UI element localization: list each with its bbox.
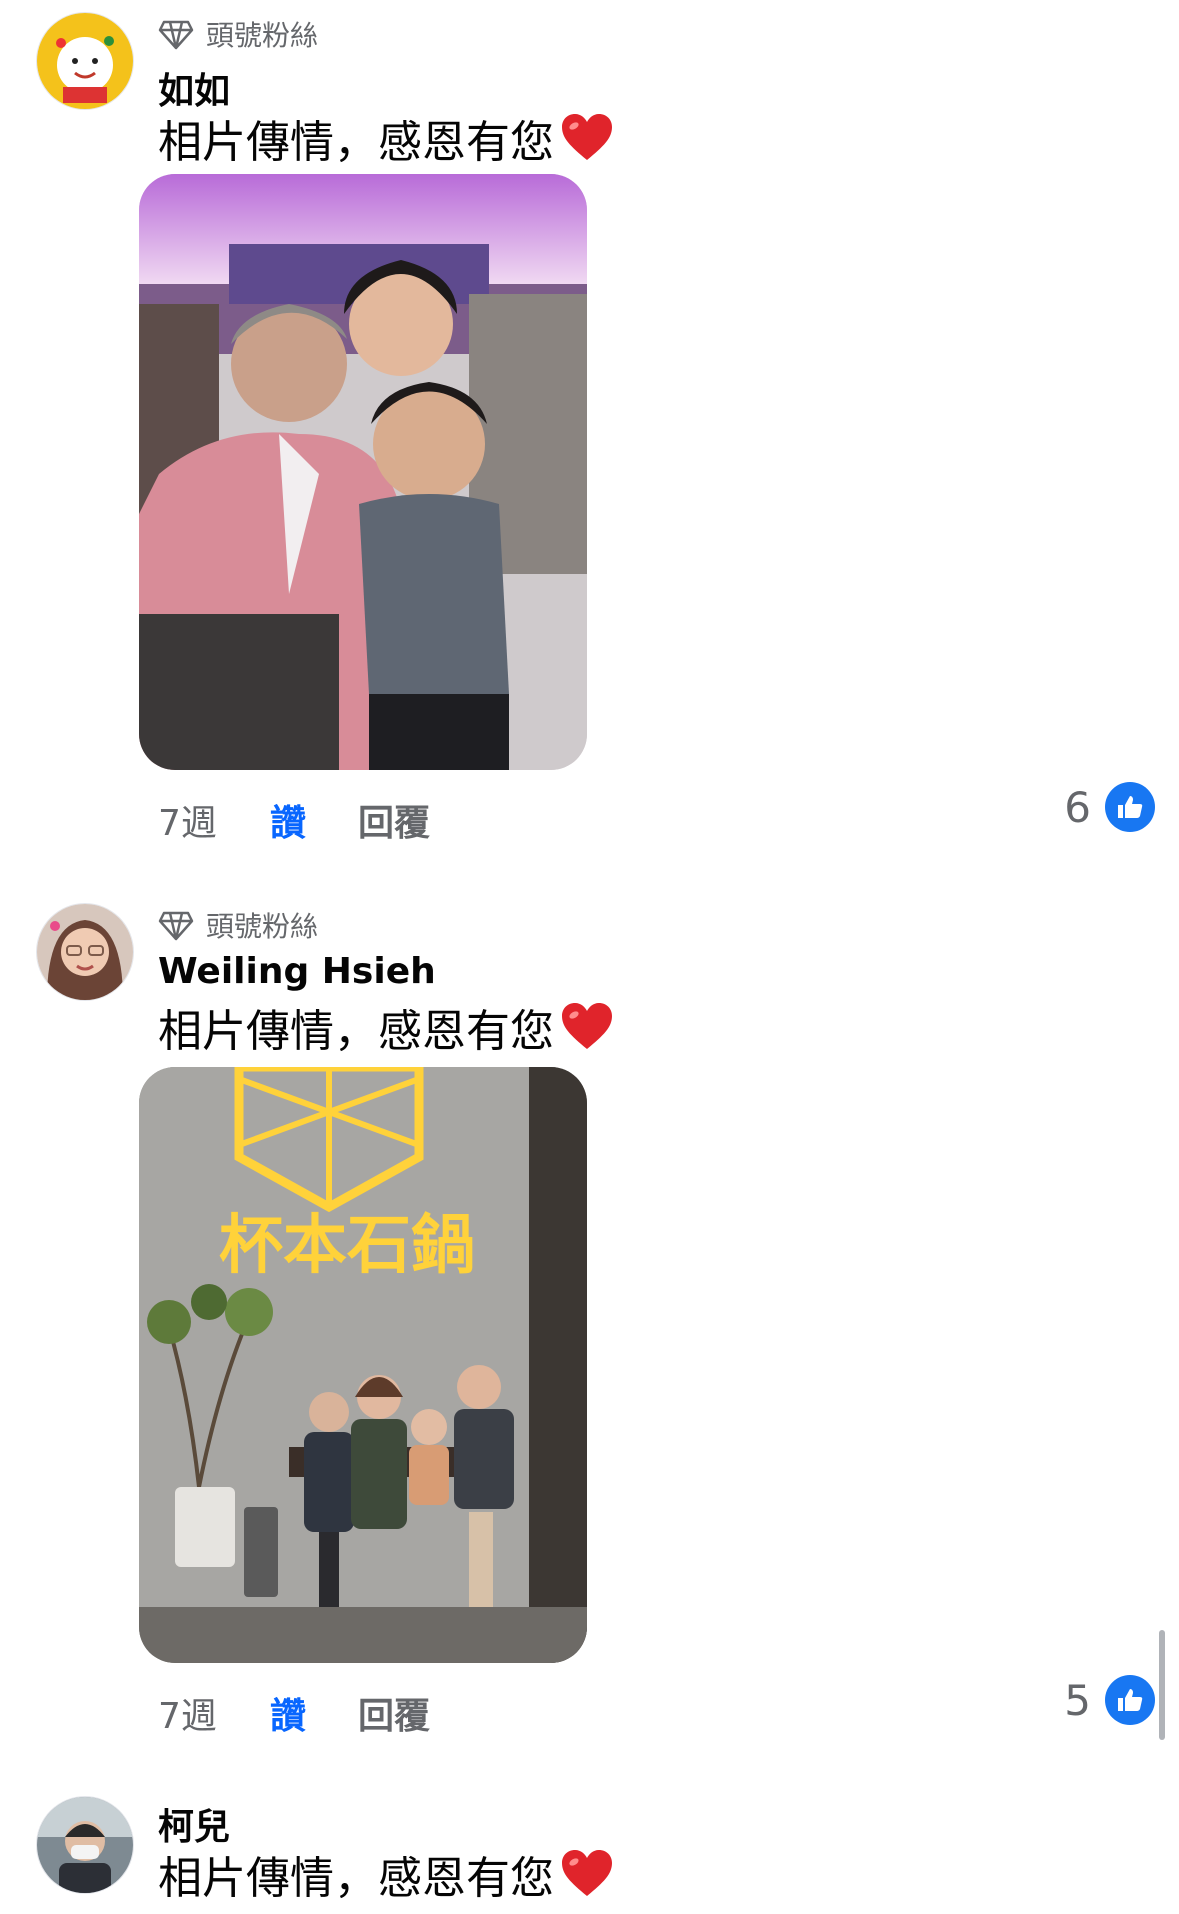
top-fan-label: 頭號粉絲	[206, 19, 319, 52]
diamond-icon	[158, 20, 194, 50]
comment-actions: 7週 讚 回覆	[158, 1687, 430, 1739]
reply-button[interactable]: 回覆	[358, 794, 430, 846]
comment-text: 相片傳情，感恩有您	[158, 1842, 614, 1906]
avatar-weiling-hsieh[interactable]	[36, 903, 134, 1001]
comment-text: 相片傳情，感恩有您	[158, 995, 614, 1059]
comment-text-body: 相片傳情，感恩有您	[158, 1853, 554, 1904]
comment-text-body: 相片傳情，感恩有您	[158, 1006, 554, 1057]
comment-author[interactable]: Weiling Hsieh	[158, 951, 436, 992]
reaction-count: 5	[1064, 1675, 1091, 1725]
avatar-ke-er[interactable]	[36, 1796, 134, 1894]
reaction-summary[interactable]: 6	[1064, 782, 1155, 832]
scrollbar[interactable]	[1159, 1630, 1165, 1740]
heart-icon	[562, 1850, 612, 1896]
comment-text-body: 相片傳情，感恩有您	[158, 117, 554, 168]
like-button[interactable]: 讚	[270, 1687, 358, 1739]
comment-text: 相片傳情，感恩有您	[158, 106, 614, 170]
top-fan-badge: 頭號粉絲	[158, 905, 318, 945]
comment-time[interactable]: 7週	[158, 794, 270, 846]
comment-time[interactable]: 7週	[158, 1687, 270, 1739]
comment-photo[interactable]	[139, 174, 587, 770]
thumbs-up-icon	[1105, 1675, 1155, 1725]
avatar-ruru[interactable]	[36, 12, 134, 110]
heart-icon	[562, 114, 612, 160]
top-fan-label: 頭號粉絲	[206, 910, 319, 943]
reaction-count: 6	[1064, 782, 1091, 832]
comment-photo[interactable]: 杯本石鍋	[139, 1067, 587, 1663]
reaction-summary[interactable]: 5	[1064, 1675, 1155, 1725]
comment-actions: 7週 讚 回覆	[158, 794, 430, 846]
thumbs-up-icon	[1105, 782, 1155, 832]
restaurant-sign: 杯本石鍋	[219, 1208, 475, 1283]
top-fan-badge: 頭號粉絲	[158, 14, 318, 54]
diamond-icon	[158, 911, 194, 941]
like-button[interactable]: 讚	[270, 794, 358, 846]
heart-icon	[562, 1003, 612, 1049]
reply-button[interactable]: 回覆	[358, 1687, 430, 1739]
